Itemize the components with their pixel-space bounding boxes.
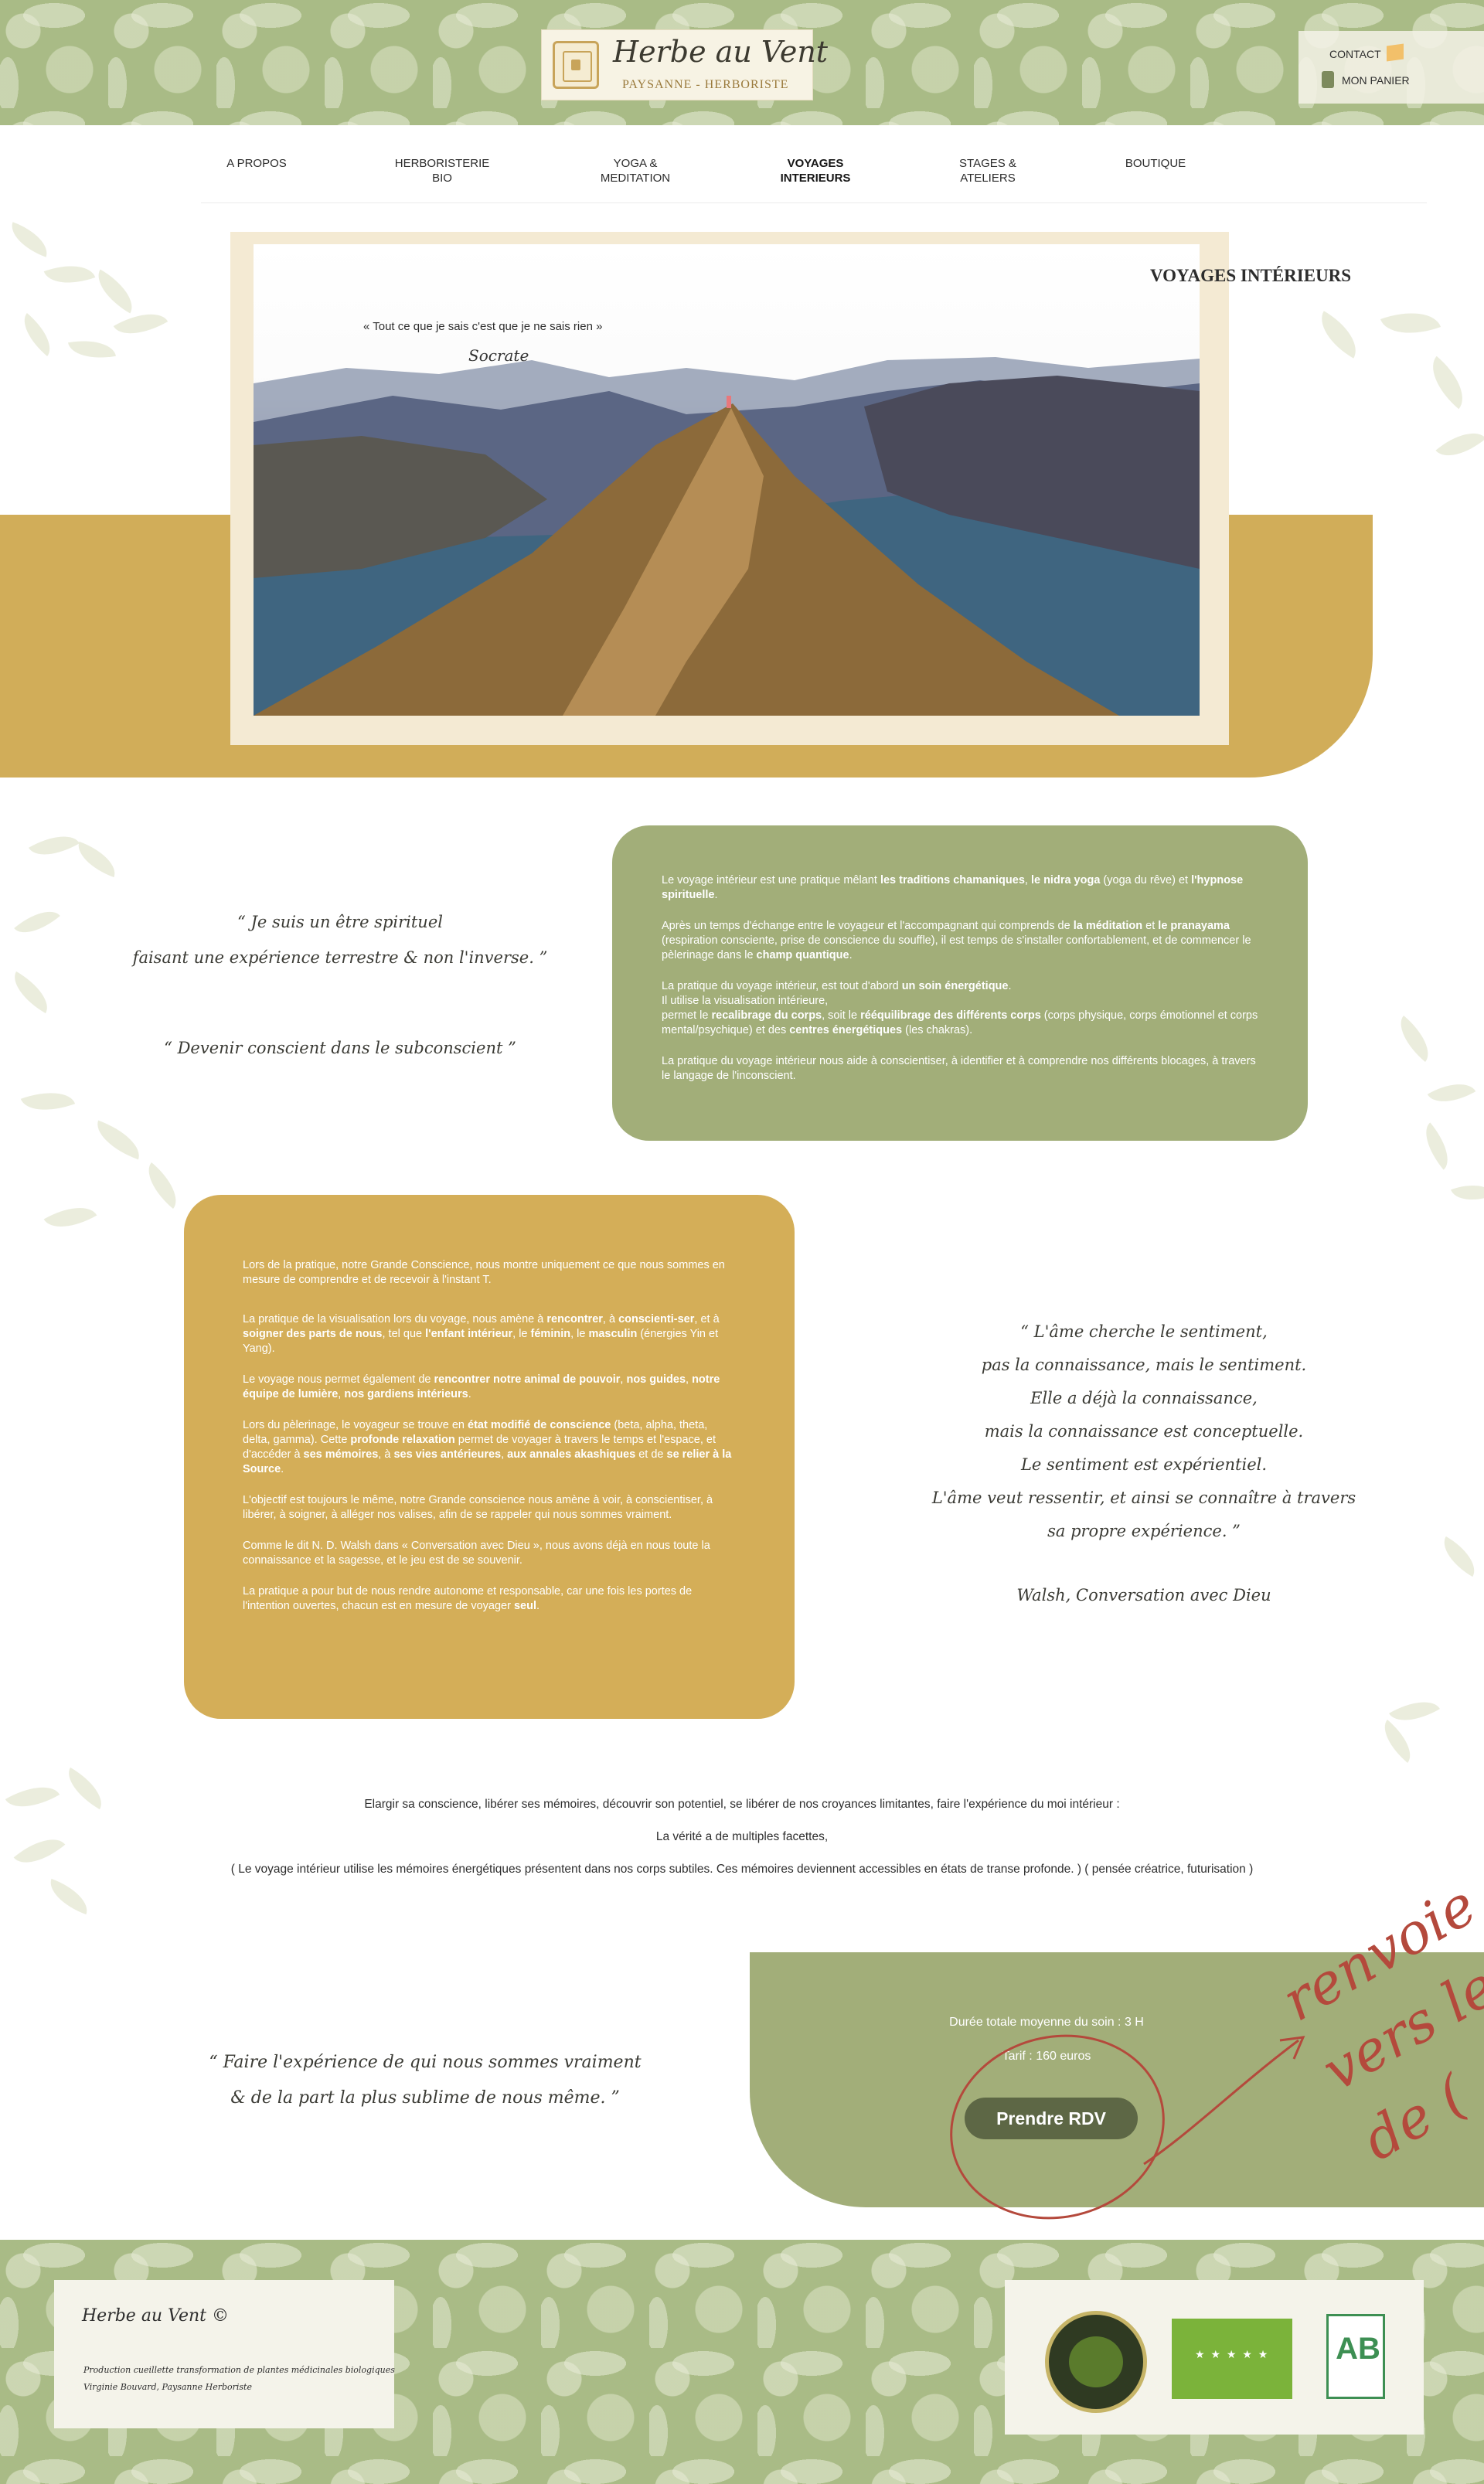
footer-info-card: Herbe au Vent © Production cueillette tr… — [54, 2280, 395, 2428]
logo-emblem-icon — [553, 41, 599, 89]
spiritual-quote-line1: “ Je suis un être spirituel — [237, 913, 443, 931]
mid-text-line2: La vérité a de multiples facettes, — [655, 1830, 829, 1843]
mountain-landscape — [254, 357, 1200, 716]
eu-organic-badge-icon — [1172, 2319, 1292, 2399]
mid-text-line1: Elargir sa conscience, libérer ses mémoi… — [364, 1798, 1120, 1811]
nav-item-yoga[interactable]: YOGA & MEDITATION — [566, 156, 705, 185]
contact-link[interactable]: CONTACT — [1329, 48, 1381, 60]
reserve-label-badge-icon — [1045, 2311, 1147, 2413]
nav-item-a-propos[interactable]: A PROPOS — [187, 156, 326, 171]
walsh-quote-line: sa propre expérience. ” — [1047, 1522, 1241, 1540]
logo-subtitle: PAYSANNE - HERBORISTE — [622, 78, 789, 91]
intro-paragraph-1: Le voyage intérieur est une pratique mêl… — [662, 874, 1244, 901]
walsh-quote: “ L'âme cherche le sentiment, pas la con… — [850, 1315, 1438, 1548]
mid-text-line3: ( Le voyage intérieur utilise les mémoir… — [230, 1863, 1254, 1876]
footer-labels-card: AB — [1005, 2280, 1424, 2435]
nav-item-stages[interactable]: STAGES & ATELIERS — [918, 156, 1057, 185]
header-actions: CONTACT MON PANIER — [1298, 31, 1484, 104]
spiritual-quote: “ Je suis un être spirituel faisant une … — [77, 904, 603, 975]
practice-paragraph-1: Lors de la pratique, notre Grande Consci… — [243, 1259, 725, 1286]
cart-icon[interactable] — [1322, 71, 1334, 88]
practice-text-box: Lors de la pratique, notre Grande Consci… — [184, 1195, 795, 1719]
nav-item-boutique[interactable]: BOUTIQUE — [1086, 156, 1225, 171]
intro-text-box: Le voyage intérieur est une pratique mêl… — [612, 825, 1308, 1141]
nav-item-voyages[interactable]: VOYAGES INTERIEURS — [746, 156, 885, 185]
practice-paragraph-6: Comme le dit N. D. Walsh dans « Conversa… — [243, 1540, 710, 1567]
footer-note-2: Virginie Bouvard, Paysanne Herboriste — [83, 2382, 252, 2392]
practice-paragraph-7: La pratique a pour but de nous rendre au… — [243, 1585, 693, 1612]
nav-divider — [201, 202, 1427, 203]
walsh-quote-line: L'âme veut ressentir, et ainsi se connaî… — [931, 1489, 1356, 1507]
walsh-quote-line: mais la connaissance est conceptuelle. — [984, 1422, 1304, 1441]
hero-mountain-image: « Tout ce que je sais c'est que je ne sa… — [254, 244, 1200, 716]
intro-paragraph-2: Après un temps d'échange entre le voyage… — [662, 920, 1251, 961]
ab-badge-label: AB — [1336, 2332, 1380, 2366]
nav-item-herboristerie[interactable]: HERBORISTERIE BIO — [373, 156, 512, 185]
booking-duration: Durée totale moyenne du soin : 3 H — [949, 2016, 1144, 2029]
site-logo[interactable]: Herbe au Vent PAYSANNE - HERBORISTE — [541, 29, 828, 100]
cart-link[interactable]: MON PANIER — [1342, 74, 1410, 87]
experience-quote: “ Faire l'expérience de qui nous sommes … — [155, 2045, 696, 2116]
practice-paragraph-5: L'objectif est toujours le même, notre G… — [243, 1494, 713, 1521]
walsh-quote-line: pas la connaissance, mais le sentiment. — [981, 1356, 1307, 1374]
main-nav: A PROPOS HERBORISTERIE BIO YOGA & MEDITA… — [0, 125, 1484, 202]
footer-title: Herbe au Vent © — [82, 2306, 229, 2326]
walsh-quote-line: Le sentiment est expérientiel. — [1020, 1455, 1268, 1474]
practice-paragraph-2: La pratique de la visualisation lors du … — [243, 1313, 720, 1355]
intro-paragraph-4: La pratique du voyage intérieur nous aid… — [662, 1055, 1256, 1082]
mail-icon[interactable] — [1387, 43, 1404, 62]
walsh-quote-line: Elle a déjà la connaissance, — [1030, 1389, 1258, 1407]
footer-note-1: Production cueillette transformation de … — [83, 2365, 395, 2375]
intro-paragraph-3: La pratique du voyage intérieur, est tou… — [662, 980, 1258, 1036]
practice-paragraph-3: Le voyage nous permet également de renco… — [243, 1373, 720, 1400]
spiritual-quote-line2: faisant une expérience terrestre & non l… — [132, 948, 548, 967]
experience-quote-line2: & de la part la plus sublime de nous mêm… — [230, 2088, 620, 2108]
experience-quote-line1: “ Faire l'expérience de qui nous sommes … — [209, 2053, 642, 2072]
walsh-quote-line: “ L'âme cherche le sentiment, — [1020, 1322, 1268, 1341]
ab-organic-badge-icon: AB — [1326, 2314, 1385, 2399]
page-title: VOYAGES INTÉRIEURS — [1150, 266, 1352, 285]
logo-title: Herbe au Vent — [613, 35, 829, 69]
subconscious-quote: “ Devenir conscient dans le subconscient… — [164, 1039, 516, 1057]
walsh-quote-signature: Walsh, Conversation avec Dieu — [1016, 1586, 1271, 1604]
practice-paragraph-4: Lors du pèlerinage, le voyageur se trouv… — [243, 1419, 732, 1475]
